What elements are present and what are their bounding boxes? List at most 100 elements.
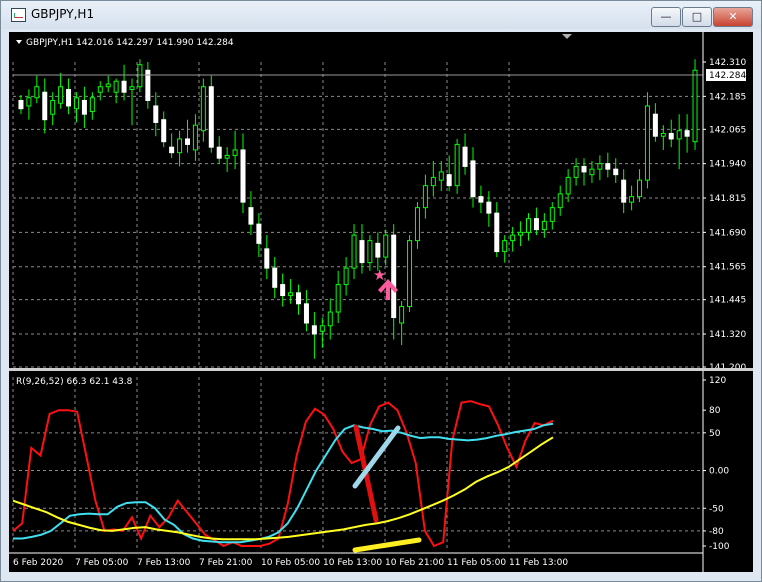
candle-bullish <box>177 138 183 154</box>
candle-bearish <box>169 146 175 154</box>
candle-bearish <box>391 234 397 319</box>
time-tick-label: 10 Feb 05:00 <box>261 558 320 568</box>
star-marker-icon: ★ <box>373 266 386 284</box>
candle-bullish <box>200 86 206 132</box>
candle-bearish <box>684 130 690 137</box>
chart-window-icon <box>11 8 26 22</box>
indicator-tick-label: 0.00 <box>709 467 729 477</box>
indicator-gridlines <box>12 377 703 548</box>
candle-bullish <box>518 231 524 236</box>
candle-bearish <box>81 99 87 115</box>
price-tick-label: 141.320 <box>709 330 746 340</box>
candle-bearish <box>185 138 190 145</box>
window-title: GBPJPY,H1 <box>31 7 95 21</box>
chart-menu-triangle-icon[interactable] <box>16 40 22 44</box>
candle-bearish <box>296 292 302 305</box>
indicator-tick-label: -50 <box>709 504 724 514</box>
price-tick-label: 142.185 <box>709 92 746 102</box>
candle-bearish <box>121 80 127 93</box>
price-tick-label: 142.065 <box>709 125 746 135</box>
candle-bullish <box>414 207 420 242</box>
time-tick-label: 11 Feb 05:00 <box>447 558 506 568</box>
candle-bullish <box>113 80 119 93</box>
candle-bullish <box>137 64 143 88</box>
candle-bearish <box>621 179 627 203</box>
candle-bullish <box>319 325 325 332</box>
price-axis: 142.310 142.185 142.065 141.940 141.815 141.6… <box>702 32 746 572</box>
candle-bullish <box>660 132 666 137</box>
candle-bullish <box>438 171 444 181</box>
chart-window: GBPJPY,H1 — □ ✕ GBPJPY,H1 142.016 142.29… <box>0 0 762 582</box>
chart-shift-marker-icon[interactable] <box>562 34 572 39</box>
close-button[interactable]: ✕ <box>713 7 753 27</box>
candle-bullish <box>637 179 643 198</box>
candlestick-series <box>18 59 698 359</box>
candle-bearish <box>240 149 246 203</box>
indicator-tick-label: 50 <box>709 429 721 439</box>
maximize-button[interactable]: □ <box>682 7 712 27</box>
price-tick-label: 142.310 <box>709 58 746 68</box>
candle-bullish <box>50 99 56 115</box>
candle-bearish <box>668 132 674 140</box>
title-bar[interactable]: GBPJPY,H1 — □ ✕ <box>1 1 761 29</box>
candle-bullish <box>510 234 516 242</box>
candle-bearish <box>462 146 468 167</box>
candle-bullish <box>565 176 571 195</box>
price-tick-label: 141.565 <box>709 263 746 273</box>
candle-bearish <box>272 267 278 288</box>
chart-canvas[interactable]: GBPJPY,H1 142.016 142.297 141.990 142.28… <box>9 32 753 572</box>
candle-bullish <box>26 97 32 107</box>
candle-bullish <box>34 86 40 99</box>
indicator-tick-label: 80 <box>709 406 721 416</box>
candle-bullish <box>430 176 436 187</box>
indicator-axis: 120 80 50 0.00 -50 -80 -100 <box>703 376 730 552</box>
panel-separator <box>9 368 753 371</box>
candle-bearish <box>161 119 167 143</box>
indicator-line-fast <box>12 400 554 548</box>
indicator-header: R(9,26,52) 66.3 62.1 43.8 <box>16 377 133 387</box>
candle-bullish <box>73 97 79 110</box>
candle-bearish <box>613 168 619 176</box>
candle-bullish <box>526 218 531 233</box>
indicator-tick-label: -100 <box>709 542 730 552</box>
candle-bearish <box>311 325 317 335</box>
candle-bullish <box>502 240 508 253</box>
candle-bearish <box>605 163 611 170</box>
price-tick-label: 141.445 <box>709 296 746 306</box>
candle-bullish <box>676 130 682 140</box>
time-tick-label: 10 Feb 21:00 <box>385 558 444 568</box>
candle-bearish <box>478 196 484 203</box>
candle-bullish <box>692 69 698 143</box>
candle-bullish <box>129 86 135 90</box>
candle-bearish <box>18 99 24 110</box>
candle-bearish <box>533 218 539 231</box>
candle-bullish <box>549 207 555 222</box>
time-tick-label: 6 Feb 2020 <box>13 558 64 568</box>
candle-bullish <box>89 97 95 112</box>
candle-bearish <box>486 201 492 214</box>
yellow-trend-annotation <box>352 537 422 553</box>
candle-bullish <box>589 168 595 176</box>
candle-bearish <box>470 160 476 198</box>
candle-bullish <box>629 196 635 203</box>
price-tick-label: 141.940 <box>709 160 746 170</box>
candle-bearish <box>216 146 222 159</box>
candle-bullish <box>97 86 103 93</box>
candle-bullish <box>454 143 460 187</box>
indicator-tick-label: 120 <box>709 376 726 386</box>
candle-bearish <box>208 86 214 148</box>
candle-bullish <box>351 234 357 269</box>
indicator-lines <box>12 400 554 548</box>
chart-header-ohlc: GBPJPY,H1 142.016 142.297 141.990 142.28… <box>26 38 234 48</box>
candle-bearish <box>264 248 270 269</box>
candle-bearish <box>494 212 500 253</box>
time-tick-label: 7 Feb 21:00 <box>199 558 253 568</box>
candle-bullish <box>335 284 341 313</box>
time-tick-label: 10 Feb 13:00 <box>323 558 382 568</box>
minimize-button[interactable]: — <box>651 7 681 27</box>
candle-bullish <box>343 267 349 286</box>
time-axis: 6 Feb 2020 7 Feb 05:00 7 Feb 13:00 7 Feb 21… <box>9 552 703 568</box>
price-gridlines <box>12 62 703 368</box>
candle-bearish <box>581 165 587 173</box>
current-price-label: 142.284 <box>709 71 746 81</box>
